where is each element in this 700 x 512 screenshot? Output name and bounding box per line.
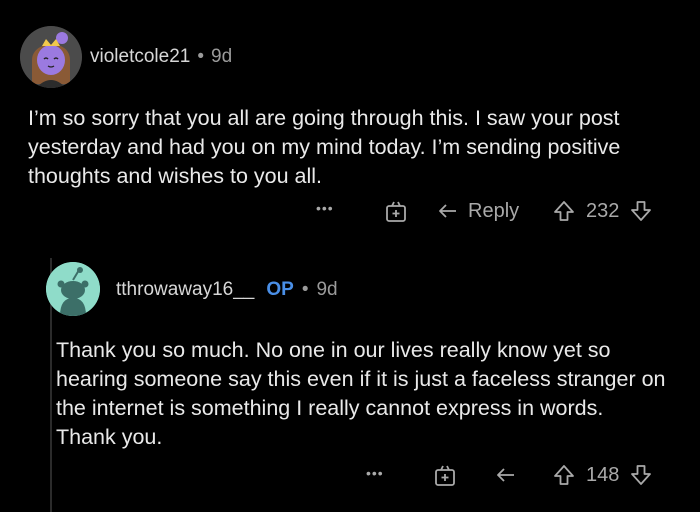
comment-body: I’m so sorry that you all are going thro… [28,106,621,188]
vote-count: 148 [586,463,620,486]
more-options-button[interactable]: ••• [316,200,334,216]
timestamp: 9d [316,279,338,300]
author-name[interactable]: violetcole21 [90,46,190,68]
downvote-icon[interactable] [629,199,653,223]
separator-dot: • [301,279,309,300]
more-options-button[interactable]: ••• [366,465,384,481]
avatar[interactable] [46,262,100,316]
op-badge: OP [266,279,294,300]
reply-button[interactable] [494,463,518,487]
avatar-illustration [20,26,82,88]
downvote-icon[interactable] [629,463,653,487]
vote-count: 232 [586,199,620,222]
upvote-icon[interactable] [552,463,576,487]
upvote-icon[interactable] [552,199,576,223]
reply-button[interactable]: Reply [436,199,519,223]
separator-dot: • [197,46,204,67]
avatar[interactable] [20,26,82,88]
timestamp: 9d [211,46,233,67]
author-name[interactable]: tthrowaway16__ [116,279,254,301]
snoo-avatar-icon [46,262,100,316]
reply-label: Reply [468,199,520,222]
vote-widget: 232 [552,199,653,223]
vote-widget: 148 [552,463,653,487]
reply-icon [497,468,514,482]
comment-header: tthrowaway16__ OP • 9d [116,279,338,301]
award-icon[interactable] [433,463,457,487]
reply-icon [439,204,456,218]
award-icon[interactable] [384,199,408,223]
comment-body: Thank you so much. No one in our lives r… [56,338,666,449]
comment-header: violetcole21 • 9d [90,46,232,68]
